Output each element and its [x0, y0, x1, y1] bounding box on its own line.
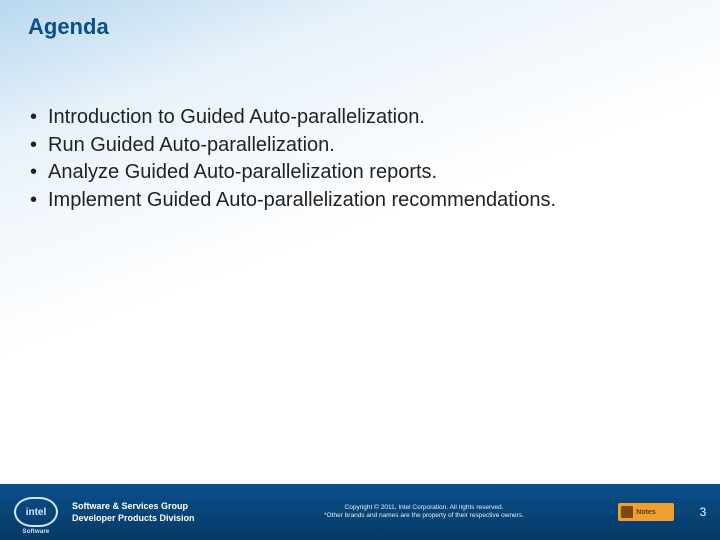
bullet-text: Run Guided Auto-parallelization.	[48, 132, 680, 160]
slide: Agenda • Introduction to Guided Auto-par…	[0, 0, 720, 540]
group-line-1: Software & Services Group	[72, 500, 242, 512]
bullet-text: Introduction to Guided Auto-parallelizat…	[48, 104, 680, 132]
bullet-list: • Introduction to Guided Auto-paralleliz…	[30, 104, 680, 214]
badge-area: Notes	[606, 503, 686, 521]
copyright-line-2: *Other brands and names are the property…	[242, 512, 606, 520]
bullet-text: Implement Guided Auto-parallelization re…	[48, 187, 680, 215]
list-item: • Run Guided Auto-parallelization.	[30, 132, 680, 160]
group-line-2: Developer Products Division	[72, 512, 242, 524]
list-item: • Introduction to Guided Auto-paralleliz…	[30, 104, 680, 132]
footer-bar: intel Software & Services Group Develope…	[0, 484, 720, 540]
intel-logo-icon: intel	[14, 497, 58, 527]
list-item: • Implement Guided Auto-parallelization …	[30, 187, 680, 215]
logo-container: intel	[0, 484, 72, 540]
slide-title: Agenda	[28, 14, 109, 40]
bullet-icon: •	[30, 132, 48, 160]
list-item: • Analyze Guided Auto-parallelization re…	[30, 159, 680, 187]
bullet-icon: •	[30, 104, 48, 132]
page-number: 3	[686, 505, 720, 519]
group-division: Software & Services Group Developer Prod…	[72, 500, 242, 524]
bullet-icon: •	[30, 187, 48, 215]
bullet-text: Analyze Guided Auto-parallelization repo…	[48, 159, 680, 187]
bullet-icon: •	[30, 159, 48, 187]
copyright-line-1: Copyright © 2011, Intel Corporation. All…	[242, 504, 606, 512]
copyright-block: Copyright © 2011, Intel Corporation. All…	[242, 504, 606, 520]
optimization-notes-badge-icon: Notes	[618, 503, 674, 521]
